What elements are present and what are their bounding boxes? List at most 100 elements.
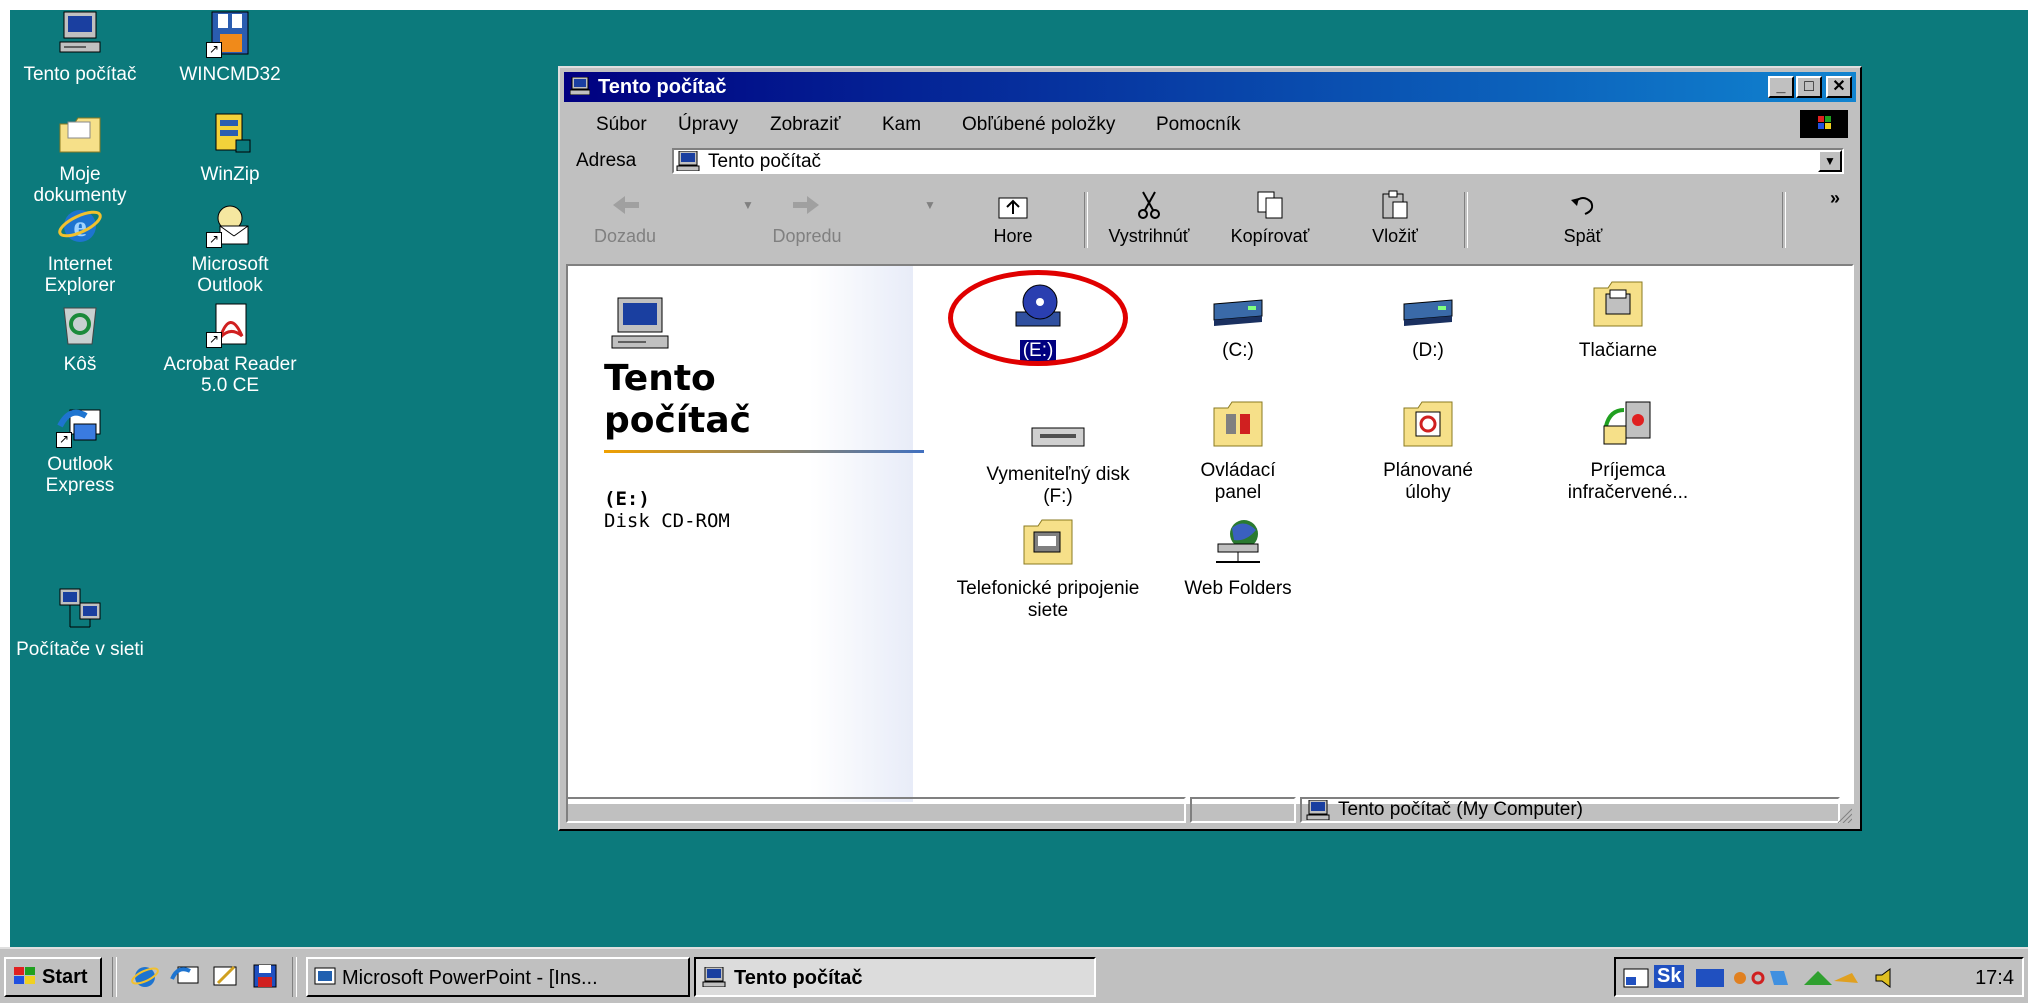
menu-edit[interactable]: Úpravy (678, 114, 738, 136)
taskbar-separator (112, 957, 117, 997)
task-powerpoint[interactable]: Microsoft PowerPoint - [Ins... (306, 957, 690, 997)
tray-language-indicator[interactable]: Sk (1654, 965, 1685, 988)
minimize-button[interactable]: _ (1768, 76, 1794, 98)
infrared-icon (1600, 396, 1656, 452)
address-dropdown-button[interactable]: ▼ (1818, 150, 1842, 172)
windows-logo-icon (1800, 110, 1848, 138)
item-drive-c[interactable]: (C:) (1148, 282, 1328, 362)
menu-view[interactable]: Zobraziť (770, 114, 840, 136)
cut-label: Vystrihnúť (1108, 226, 1190, 246)
tray-network-icon[interactable] (1802, 967, 1862, 995)
item-label: Telefonické pripojenie siete (956, 578, 1140, 621)
selected-item-name: (E:) (604, 488, 650, 510)
status-panel (1190, 797, 1296, 823)
shortcut-arrow-icon: ↗ (206, 42, 222, 58)
menu-help[interactable]: Pomocník (1156, 114, 1240, 136)
desktop-icon-my-computer[interactable]: Tento počítač (10, 10, 150, 85)
desktop-icon-acrobat[interactable]: ↗ Acrobat Reader 5.0 CE (160, 300, 300, 396)
item-drive-d[interactable]: (D:) (1338, 282, 1518, 362)
desktop: Tento počítač ↗ WINCMD32 Moje dokumenty … (10, 10, 2028, 947)
item-label: (D:) (1412, 340, 1444, 361)
back-label: Dozadu (593, 226, 657, 246)
outlook-icon: ↗ (206, 200, 254, 248)
clock[interactable]: 17:4 (1975, 967, 2014, 990)
quicklaunch-save-icon[interactable] (250, 961, 280, 991)
my-computer-icon (676, 150, 700, 177)
forward-label: Dopredu (772, 226, 842, 246)
toolbar-separator (1464, 192, 1468, 248)
menu-favorites[interactable]: Obľúbené položky (962, 114, 1115, 136)
item-dialup[interactable]: Telefonické pripojenie siete (948, 514, 1148, 622)
highlight-circle (948, 270, 1128, 366)
acrobat-icon: ↗ (206, 300, 254, 348)
hard-drive-icon (1210, 282, 1266, 332)
paste-button[interactable]: Vložiť (1340, 190, 1450, 247)
tray-app-icon[interactable] (1696, 967, 1726, 995)
shortcut-arrow-icon: ↗ (56, 432, 72, 448)
desktop-icon-recycle-bin[interactable]: Kôš (10, 300, 150, 375)
desktop-icon-network[interactable]: Počítače v sieti (10, 585, 150, 660)
scheduled-tasks-icon (1400, 396, 1456, 452)
taskbar-separator (292, 957, 297, 997)
cut-button[interactable]: Vystrihnúť (1094, 190, 1204, 247)
desktop-icon-outlook[interactable]: ↗ Microsoft Outlook (160, 200, 300, 296)
quicklaunch-ie-icon[interactable] (130, 961, 160, 991)
my-computer-icon (569, 76, 591, 96)
item-printers[interactable]: Tlačiarne (1528, 276, 1708, 362)
volume-icon[interactable] (1872, 967, 1902, 995)
item-label: Vymeniteľný disk (F:) (986, 464, 1130, 507)
item-label: (C:) (1222, 340, 1254, 361)
undo-icon (1567, 190, 1599, 220)
desktop-icon-label: WINCMD32 (179, 64, 281, 85)
quicklaunch-show-desktop-icon[interactable] (210, 961, 240, 991)
item-control-panel[interactable]: Ovládací panel (1148, 396, 1328, 504)
copy-button[interactable]: Kopírovať (1210, 190, 1330, 247)
shortcut-arrow-icon: ↗ (206, 232, 222, 248)
recycle-bin-icon (56, 300, 104, 348)
removable-disk-icon (1030, 406, 1086, 456)
copy-icon (1254, 190, 1286, 220)
desktop-icon-outlook-express[interactable]: ↗ Outlook Express (10, 400, 150, 496)
toolbar: Dozadu ▼ Dopredu ▼ Hore Vystrihnúť Kopír… (566, 186, 1854, 256)
web-folders-icon (1210, 514, 1266, 570)
menu-file[interactable]: Súbor (596, 114, 647, 136)
start-button[interactable]: Start (4, 957, 102, 997)
task-label: Microsoft PowerPoint - [Ins... (342, 967, 598, 989)
back-button[interactable]: Dozadu (570, 190, 680, 247)
undo-button[interactable]: Späť (1528, 190, 1638, 247)
desktop-icon-my-documents[interactable]: Moje dokumenty (10, 110, 150, 206)
close-button[interactable]: ✕ (1826, 76, 1852, 98)
menu-go[interactable]: Kam (882, 114, 921, 136)
window-titlebar[interactable]: Tento počítač _ □ ✕ (564, 72, 1856, 102)
item-label: Tlačiarne (1578, 340, 1658, 361)
folder-documents-icon (56, 110, 104, 158)
maximize-button[interactable]: □ (1796, 76, 1822, 98)
copy-label: Kopírovať (1230, 226, 1310, 246)
up-button[interactable]: Hore (958, 190, 1068, 247)
control-panel-icon (1210, 396, 1266, 452)
network-icon (56, 585, 104, 633)
quicklaunch-outlook-express-icon[interactable] (170, 961, 200, 991)
item-web-folders[interactable]: Web Folders (1148, 514, 1328, 600)
status-panel (566, 797, 1186, 823)
desktop-icon-winzip[interactable]: WinZip (160, 110, 300, 185)
address-field[interactable]: Tento počítač ▼ (672, 148, 1844, 174)
taskbar: Start Microsoft PowerPoint - [Ins... Ten… (0, 947, 2028, 1003)
item-removable-f[interactable]: Vymeniteľný disk (F:) (968, 406, 1148, 508)
powerpoint-icon (314, 967, 336, 993)
toolbar-separator (1782, 192, 1786, 248)
desktop-icon-wincmd[interactable]: ↗ WINCMD32 (160, 10, 300, 85)
menu-bar: Súbor Úpravy Zobraziť Kam Obľúbené polož… (566, 108, 1854, 142)
chevron-down-icon[interactable]: ▼ (924, 198, 936, 212)
toolbar-more-button[interactable]: » (1830, 188, 1840, 209)
info-title-line: počítač (604, 400, 752, 441)
tray-status-icon[interactable] (1732, 967, 1792, 995)
tray-keyboard-icon[interactable] (1622, 965, 1650, 997)
forward-button[interactable]: Dopredu (752, 190, 862, 247)
item-scheduled-tasks[interactable]: Plánované úlohy (1338, 396, 1518, 504)
item-infrared[interactable]: Príjemca infračervené... (1528, 396, 1728, 504)
desktop-icon-internet-explorer[interactable]: e Internet Explorer (10, 200, 150, 296)
resize-grip-icon[interactable] (1834, 805, 1853, 824)
undo-label: Späť (1563, 226, 1603, 246)
task-tento-pocitac[interactable]: Tento počítač (694, 957, 1096, 997)
